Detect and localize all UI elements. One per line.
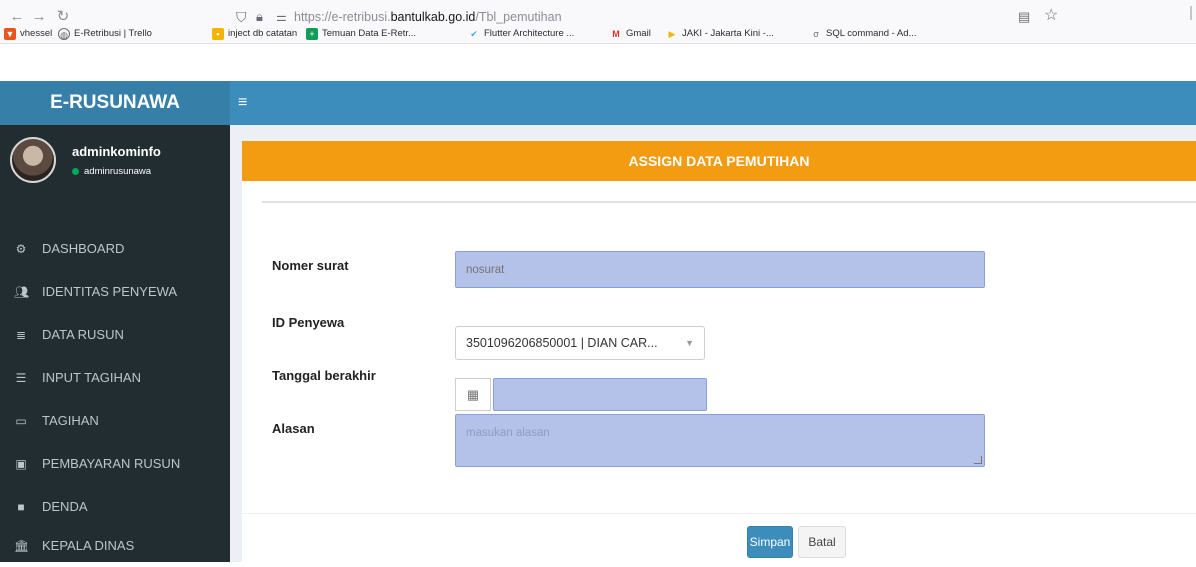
database-icon: ≣ — [15, 328, 27, 342]
chevron-down-icon: ▼ — [685, 338, 694, 348]
globe-icon: ◍ — [58, 28, 70, 40]
sidebar-item-label: PEMBAYARAN RUSUN — [42, 456, 181, 471]
content-wrapper: ASSIGN DATA PEMUTIHAN Nomer surat ID Pen… — [230, 125, 1196, 562]
online-status-icon — [72, 168, 79, 175]
sidebar-item-pembayaran-rusun[interactable]: ▣ PEMBAYARAN RUSUN — [0, 443, 230, 485]
alasan-textarea[interactable]: masukan alasan — [455, 414, 985, 467]
sidebar-item-label: DASHBOARD — [42, 241, 125, 256]
divider — [262, 201, 1196, 203]
user-role: adminrusunawa — [84, 166, 152, 177]
jaki-icon: ▶ — [668, 29, 676, 39]
card-icon: ▭ — [15, 414, 27, 428]
square-icon: ■ — [17, 500, 25, 514]
user-panel: adminkominfo adminrusunawa — [0, 125, 230, 205]
adminer-icon: σ — [813, 29, 819, 39]
sidebar-item-label: DENDA — [42, 499, 88, 514]
bookmark-label: JAKI - Jakarta Kini -... — [682, 28, 774, 39]
save-button[interactable]: Simpan — [747, 526, 793, 558]
sidebar: adminkominfo adminrusunawa ⚙ DASHBOARD 👥… — [0, 125, 230, 562]
sheets-icon: + — [306, 28, 318, 40]
bookmark-label: vhessel — [20, 28, 53, 39]
browser-toolbar: ← → ↻ ⛉ 🔒︎ ⚌ https://e-retribusi.bantulk… — [0, 0, 1196, 44]
url-domain: bantulkab.go.id — [390, 10, 476, 24]
menu-toggle-icon[interactable]: ≡ — [238, 81, 247, 125]
list-icon: ☰ — [15, 371, 27, 385]
bookmark-favicon-icon: ▼ — [4, 28, 16, 40]
nomer-surat-input[interactable] — [455, 251, 985, 288]
sidebar-item-data-rusun[interactable]: ≣ DATA RUSUN — [0, 314, 230, 356]
avatar — [10, 137, 56, 183]
sidebar-item-identitas-penyewa[interactable]: 👥︎ IDENTITAS PENYEWA — [0, 271, 230, 313]
resize-handle-icon[interactable] — [974, 456, 982, 464]
sidebar-item-label: TAGIHAN — [42, 413, 99, 428]
bookmark-item[interactable]: ◍ E-Retribusi | Trello — [58, 27, 152, 41]
bookmark-item[interactable]: + Temuan Data E-Retr... — [306, 27, 416, 41]
form-box: ASSIGN DATA PEMUTIHAN Nomer surat ID Pen… — [242, 141, 1196, 562]
bookmark-label: SQL command - Ad... — [826, 28, 917, 39]
app-brand[interactable]: E-RUSUNAWA — [0, 81, 230, 125]
sidebar-item-label: IDENTITAS PENYEWA — [42, 284, 178, 299]
bookmark-item[interactable]: ✔ Flutter Architecture ... — [468, 27, 574, 41]
bookmark-item[interactable]: σ SQL command - Ad... — [810, 27, 916, 41]
bookmark-favicon-icon: ▪ — [212, 28, 224, 40]
calendar-icon[interactable]: ▦ — [455, 378, 491, 411]
sidebar-item-input-tagihan[interactable]: ☰ INPUT TAGIHAN — [0, 357, 230, 399]
dashboard-icon: ⚙ — [15, 242, 27, 256]
gmail-icon: M — [612, 29, 620, 39]
sidebar-item-label: INPUT TAGIHAN — [42, 370, 141, 385]
sidebar-item-dashboard[interactable]: ⚙ DASHBOARD — [0, 228, 230, 270]
form-title: ASSIGN DATA PEMUTIHAN — [242, 141, 1196, 181]
bookmark-label: E-Retribusi | Trello — [74, 28, 152, 39]
top-navbar: ≡ — [230, 81, 1196, 125]
tanggal-berakhir-label: Tanggal berakhir — [272, 368, 376, 383]
flutter-icon: ✔ — [470, 29, 478, 39]
sidebar-item-label: KEPALA DINAS — [42, 538, 135, 553]
sidebar-item-label: DATA RUSUN — [42, 327, 124, 342]
bookmark-label: Gmail — [626, 28, 651, 39]
id-penyewa-selected-value: 3501096206850001 | DIAN CAR... — [466, 336, 658, 350]
sidebar-item-tagihan[interactable]: ▭ TAGIHAN — [0, 400, 230, 442]
money-icon: ▣ — [15, 457, 27, 471]
toolbar-edge — [1190, 6, 1192, 20]
id-penyewa-select[interactable]: 3501096206850001 | DIAN CAR... ▼ — [455, 326, 705, 360]
bookmark-item[interactable]: M Gmail — [610, 27, 651, 41]
bookmark-item[interactable]: ▪ inject db catatan — [212, 27, 297, 41]
bookmark-item[interactable]: ▶ JAKI - Jakarta Kini -... — [666, 27, 774, 41]
sidebar-item-denda[interactable]: ■ DENDA — [0, 486, 230, 528]
bookmark-label: Flutter Architecture ... — [484, 28, 575, 39]
bookmarks-bar: ▼ vhessel ◍ E-Retribusi | Trello ▪ inject d… — [0, 24, 1196, 44]
sidebar-item-kepala-dinas[interactable]: 🏛︎ KEPALA DINAS — [0, 525, 230, 567]
nomer-surat-label: Nomer surat — [272, 258, 349, 273]
bookmark-label: inject db catatan — [228, 28, 298, 39]
user-name: adminkominfo — [72, 144, 161, 159]
building-icon: 🏛︎ — [14, 539, 30, 553]
alasan-placeholder: masukan alasan — [466, 427, 550, 439]
tanggal-berakhir-input[interactable] — [493, 378, 707, 411]
cancel-button[interactable]: Batal — [798, 526, 846, 558]
url-prefix: https://e-retribusi. — [294, 10, 391, 24]
bookmark-label: Temuan Data E-Retr... — [322, 28, 416, 39]
url-path: /Tbl_pemutihan — [475, 10, 562, 24]
id-penyewa-label: ID Penyewa — [272, 315, 345, 330]
bookmark-item[interactable]: ▼ vhessel — [4, 27, 52, 41]
footer-divider — [242, 513, 1196, 514]
users-icon: 👥︎ — [14, 285, 30, 299]
alasan-label: Alasan — [272, 421, 315, 436]
